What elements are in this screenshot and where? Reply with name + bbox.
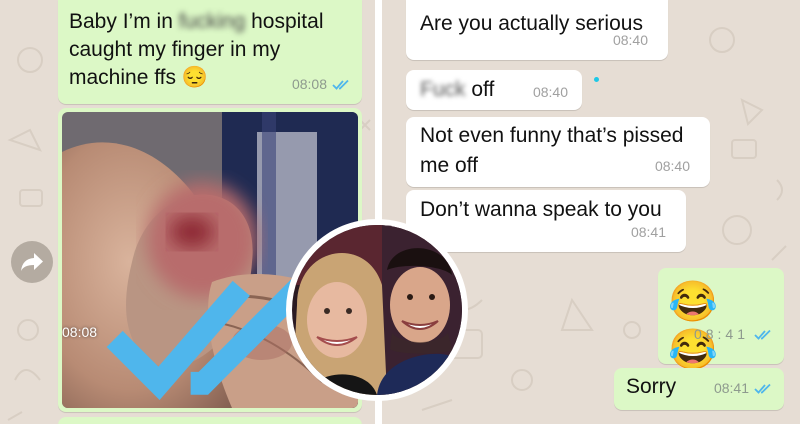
message-meta: 08:41 [631, 218, 666, 246]
message-time: 08:40 [532, 84, 568, 100]
message-text-part: machine ffs 😔 [69, 66, 208, 89]
couple-photo [292, 225, 462, 395]
message-incoming[interactable]: Are you actually serious 08:40 [406, 0, 668, 60]
message-time: 08:40 [654, 158, 690, 174]
message-time: 08:41 [713, 380, 749, 396]
double-check-icon [332, 79, 349, 90]
message-text: Don’t wanna speak to you [420, 198, 662, 221]
message-meta: 08:08 [292, 70, 350, 98]
message-meta: 08:40 [533, 78, 568, 106]
message-incoming[interactable]: Not even funny that’s pissed me off 08:4… [406, 117, 710, 187]
censored-word: Fuck [420, 78, 466, 101]
message-text-part: Baby I’m in [69, 10, 179, 33]
message-text-part: me off [420, 154, 478, 177]
message-time: 08:41 [693, 326, 749, 342]
double-check-icon [754, 329, 771, 340]
message-meta: 08:40 [655, 151, 690, 181]
forward-button[interactable] [11, 241, 53, 283]
message-text-part: Not even funny that’s pissed [420, 124, 684, 147]
message-time: 08:08 [291, 76, 327, 92]
message-text: Fuck off [420, 78, 494, 101]
forward-arrow-icon [21, 253, 43, 271]
message-outgoing-partial[interactable] [58, 417, 362, 424]
message-time: 08:41 [630, 224, 666, 240]
double-check-icon [754, 383, 771, 394]
message-text-part: caught my finger in my [69, 38, 281, 61]
message-meta: 08:41 [694, 310, 772, 358]
message-outgoing-hospital[interactable]: Baby I’m in fucking hospital caught my f… [58, 0, 362, 104]
message-incoming[interactable]: Don’t wanna speak to you 08:41 [406, 190, 686, 252]
message-time: 08:40 [612, 32, 648, 48]
couple-photo-avatar [286, 219, 468, 401]
message-outgoing-emoji[interactable]: 😂 😂 08:41 [658, 268, 784, 372]
message-meta: 08:41 [714, 374, 772, 402]
message-text: Sorry [626, 375, 677, 398]
censored-word: fucking [178, 10, 246, 33]
message-text: Are you actually serious [420, 12, 643, 35]
message-text-part: off [465, 78, 495, 101]
message-text-part: hospital [245, 10, 324, 33]
message-meta: 08:40 [613, 26, 648, 54]
message-time: 08:08 [62, 324, 98, 341]
message-incoming[interactable]: Fuck off 08:40 [406, 70, 582, 110]
indicator-dot [594, 77, 599, 82]
message-outgoing[interactable]: Sorry 08:41 [614, 368, 784, 410]
